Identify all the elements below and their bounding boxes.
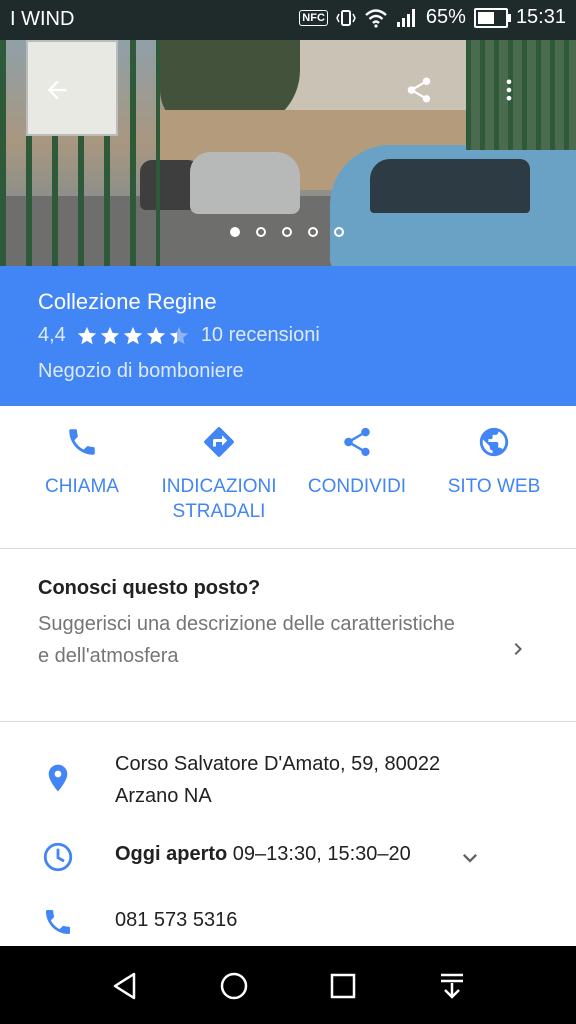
signal-icon — [396, 8, 415, 27]
chevron-right-icon — [514, 643, 522, 655]
nav-recents-button[interactable] — [323, 966, 363, 1006]
directions-icon — [204, 426, 235, 457]
carousel-dot — [230, 227, 240, 237]
globe-icon — [479, 427, 509, 457]
nav-home-button[interactable] — [214, 966, 254, 1006]
hours-row[interactable]: Oggi aperto 09–13:30, 15:30–20 — [0, 836, 576, 886]
battery-icon — [473, 7, 511, 28]
phone-number: 081 573 5316 — [115, 909, 238, 931]
system-nav-bar — [0, 946, 576, 1024]
more-options-button[interactable] — [487, 68, 531, 112]
triangle-back-icon — [113, 972, 136, 1000]
clock: 15:31 — [515, 6, 566, 28]
vibrate-icon — [336, 9, 356, 26]
place-photo-carousel[interactable] — [0, 40, 576, 266]
share-button[interactable] — [397, 68, 441, 112]
carousel-dot — [256, 227, 266, 237]
carousel-dot — [282, 227, 292, 237]
carousel-dot — [334, 227, 344, 237]
website-button[interactable]: SITO WEB — [424, 424, 564, 499]
phone-icon — [46, 910, 70, 934]
star-icon — [123, 326, 142, 344]
carousel-indicator — [230, 227, 344, 237]
more-vert-icon — [506, 79, 512, 101]
directions-label: INDICAZIONI STRADALI — [161, 476, 277, 522]
suggest-description-card[interactable]: Conosci questo posto? Suggerisci una des… — [0, 549, 576, 722]
nav-back-button[interactable] — [105, 966, 145, 1006]
share-action-button[interactable]: CONDIVIDI — [287, 424, 427, 499]
suggest-description: Suggerisci una descrizione delle caratte… — [38, 613, 455, 667]
carrier-name: I WIND — [10, 8, 75, 30]
call-button[interactable]: CHIAMA — [12, 424, 152, 499]
address-text: Corso Salvatore D'Amato, 59, 80022 Arzan… — [115, 753, 441, 807]
phone-icon — [69, 429, 95, 455]
phone-row[interactable]: 081 573 5316 — [0, 904, 576, 948]
call-label: CHIAMA — [45, 476, 119, 497]
share-icon — [407, 77, 431, 103]
action-bar: CHIAMA INDICAZIONI STRADALI CONDIVIDI SI… — [0, 406, 576, 549]
star-icon — [169, 326, 188, 344]
reviews-count[interactable]: 10 recensioni — [201, 324, 320, 347]
place-category: Negozio di bomboniere — [38, 360, 244, 382]
battery-percent: 65% — [425, 6, 466, 28]
rating-value: 4,4 — [38, 324, 66, 346]
circle-home-icon — [220, 972, 248, 1000]
directions-button[interactable]: INDICAZIONI STRADALI — [149, 424, 289, 524]
website-label: SITO WEB — [447, 476, 541, 497]
share-icon — [344, 427, 370, 457]
place-header: Collezione Regine 4,4 10 recensioni Nego… — [0, 266, 576, 406]
clock-icon — [43, 842, 73, 872]
hours-value: 09–13:30, 15:30–20 — [232, 843, 411, 865]
suggest-title: Conosci questo posto? — [38, 577, 261, 599]
star-icon — [100, 326, 119, 344]
location-pin-icon — [48, 764, 68, 792]
nav-notifications-button[interactable] — [432, 966, 472, 1006]
address-row[interactable]: Corso Salvatore D'Amato, 59, 80022 Arzan… — [0, 748, 576, 818]
square-recents-icon — [330, 973, 356, 999]
arrow-back-icon — [47, 80, 67, 100]
place-name: Collezione Regine — [38, 289, 217, 314]
chevron-down-icon — [463, 854, 477, 863]
share-label: CONDIVIDI — [307, 476, 407, 497]
hours-label: Oggi aperto — [115, 843, 228, 865]
rating-row[interactable]: 4,4 10 recensioni — [38, 324, 320, 347]
star-rating — [76, 325, 191, 347]
star-icon — [146, 326, 165, 344]
wifi-icon — [365, 8, 387, 28]
star-icon — [77, 326, 96, 344]
carousel-dot — [308, 227, 318, 237]
pull-down-icon — [441, 973, 463, 999]
nfc-icon: NFC — [299, 9, 328, 26]
status-bar: I WIND NFC 65% 15:31 — [0, 0, 576, 40]
back-button[interactable] — [35, 68, 79, 112]
